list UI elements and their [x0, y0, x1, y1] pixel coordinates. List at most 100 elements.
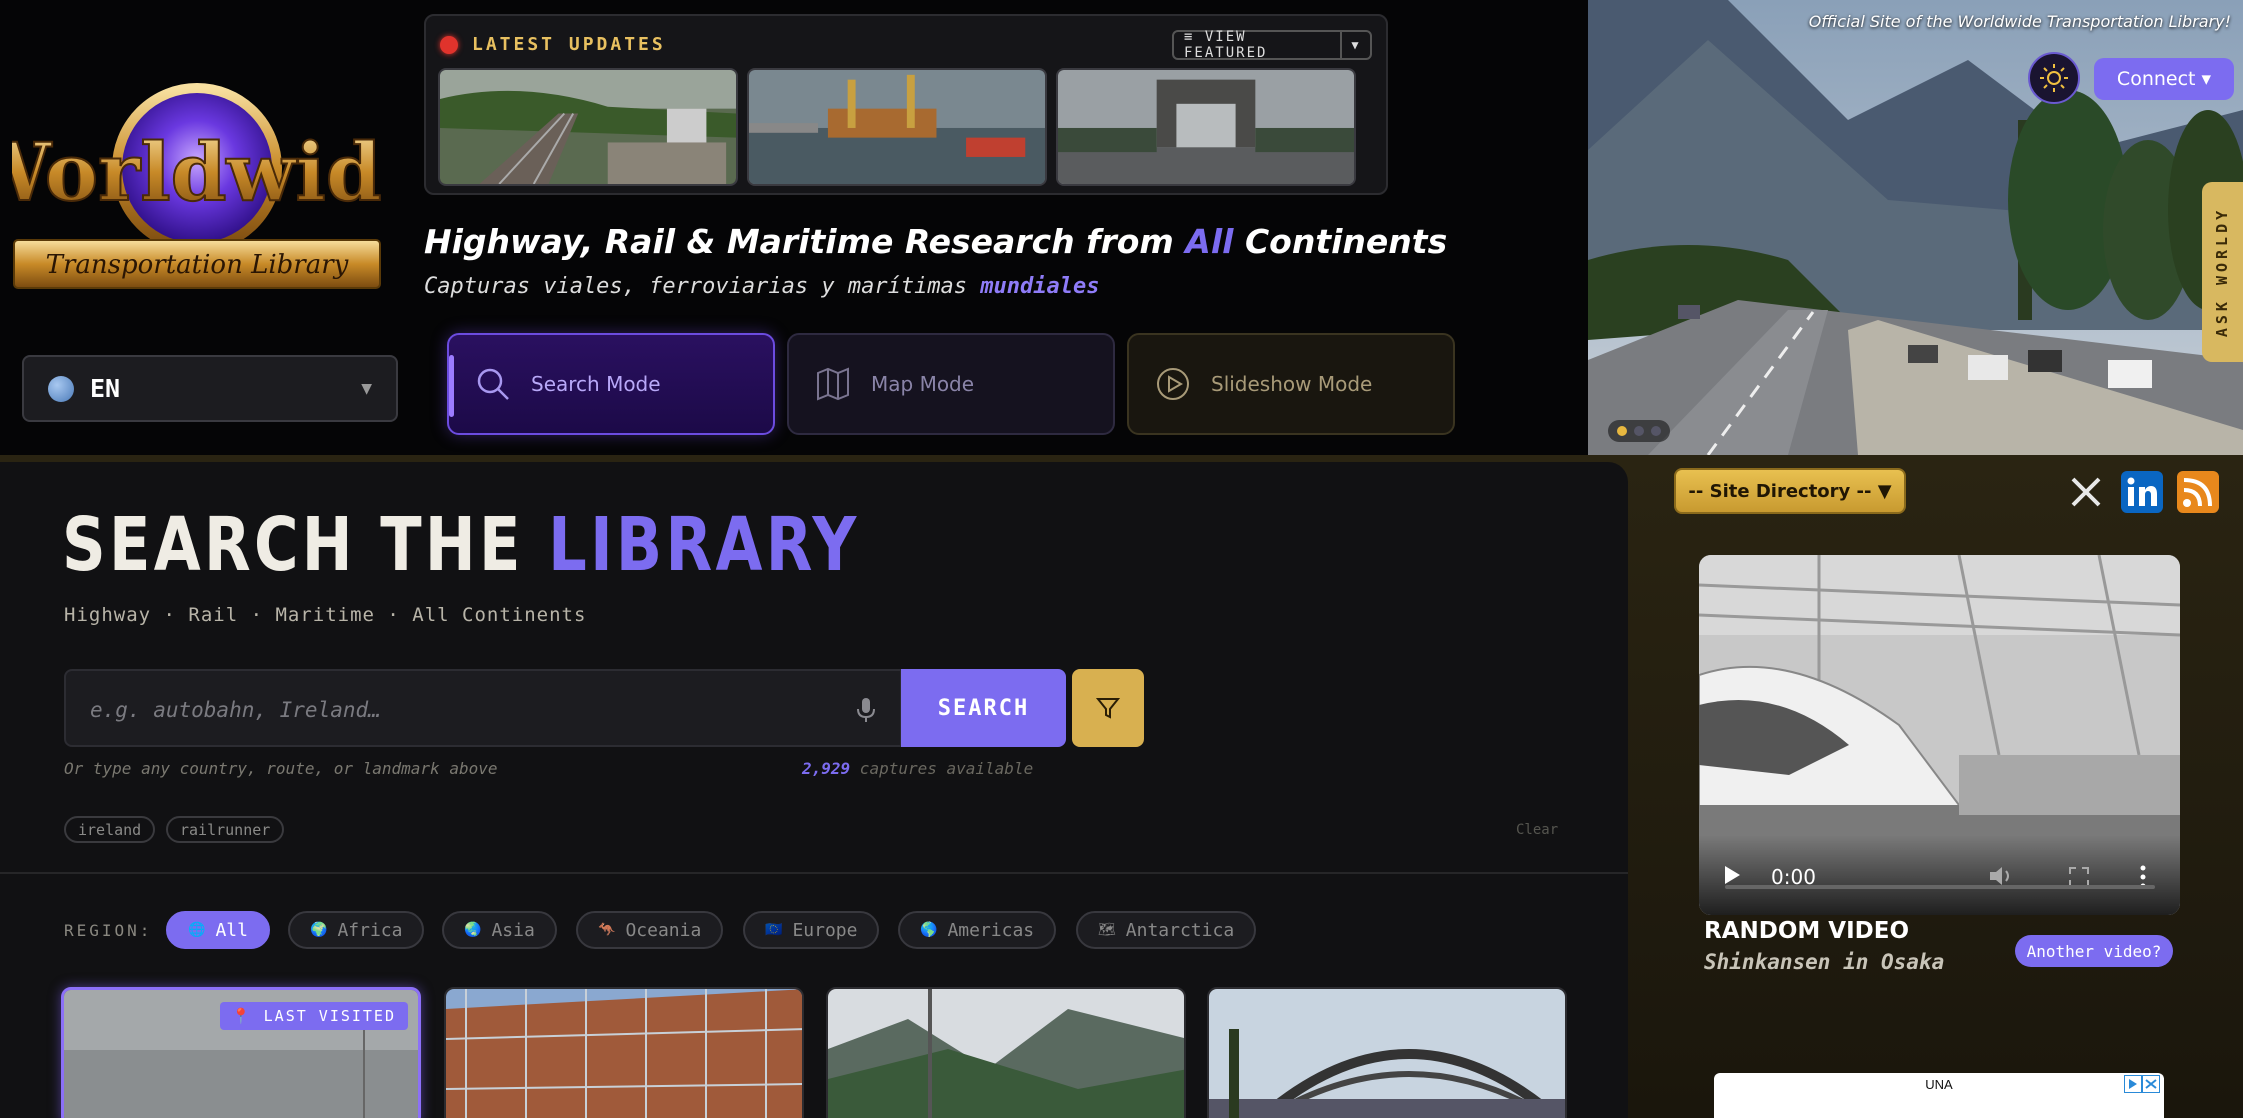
captures-count: 2,929 captures available — [802, 759, 1033, 778]
search-input[interactable] — [90, 693, 850, 727]
eu-flag-icon: 🇪🇺 — [765, 922, 783, 938]
region-chip-label: Oceania — [625, 919, 702, 941]
map-mode-button[interactable]: Map Mode — [787, 333, 1115, 435]
asia-globe-icon: 🌏 — [464, 922, 482, 938]
map-mode-label: Map Mode — [871, 372, 975, 396]
linkedin-icon[interactable] — [2120, 470, 2164, 514]
advertisement[interactable]: UNA — [1714, 1073, 2164, 1118]
map-icon — [817, 367, 849, 401]
region-chip-label: Africa — [337, 919, 403, 941]
region-chip-oceania[interactable]: 🦘 Oceania — [576, 911, 724, 949]
captures-count-value: 2,929 — [802, 759, 851, 778]
sun-icon — [2040, 64, 2068, 92]
latest-updates-panel: LATEST UPDATES ≡ VIEW FEATURED ▼ — [424, 14, 1388, 195]
ask-worldy-label: ASK WORLDY — [2213, 206, 2232, 338]
slide-dot[interactable] — [1650, 426, 1661, 436]
view-featured-button[interactable]: ≡ VIEW FEATURED ▼ — [1172, 29, 1372, 61]
globe-icon — [48, 375, 74, 402]
video-controls: 0:00 — [1699, 835, 2180, 915]
search-mode-button[interactable]: Search Mode — [447, 333, 775, 435]
region-chip-asia[interactable]: 🌏 Asia — [442, 911, 557, 949]
official-site-note: Official Site of the Worldwide Transport… — [1808, 12, 2231, 31]
update-thumbnail-rail[interactable] — [438, 68, 738, 186]
region-chip-all[interactable]: 🌐 All — [166, 911, 270, 949]
recent-search-chip[interactable]: ireland — [64, 816, 156, 843]
region-chip-europe[interactable]: 🇪🇺 Europe — [743, 911, 880, 949]
result-card-image — [446, 989, 802, 1118]
result-card[interactable] — [826, 987, 1186, 1118]
slide-dot[interactable] — [1617, 426, 1628, 436]
region-chip-africa[interactable]: 🌍 Africa — [288, 911, 425, 949]
random-video-subtitle: Shinkansen in Osaka — [1704, 950, 1945, 974]
language-select[interactable]: EN ▼ — [22, 355, 398, 422]
ad-choices-icon[interactable] — [2124, 1075, 2160, 1093]
region-chip-label: Asia — [491, 919, 535, 941]
live-dot-icon — [440, 36, 458, 54]
hero-subline: Capturas viales, ferroviarias y marítima… — [424, 274, 1100, 299]
slideshow-mode-button[interactable]: Slideshow Mode — [1127, 333, 1455, 435]
region-chip-americas[interactable]: 🌎 Americas — [898, 911, 1057, 949]
africa-globe-icon: 🌍 — [310, 922, 328, 938]
volume-icon[interactable] — [1989, 865, 2013, 887]
search-hint: Or type any country, route, or landmark … — [64, 759, 498, 778]
search-title-accent: LIBRARY — [548, 502, 860, 588]
another-video-button[interactable]: Another video? — [2015, 935, 2173, 967]
connect-button[interactable]: Connect ▾ — [2094, 58, 2234, 100]
filter-icon — [1095, 698, 1121, 719]
svg-text:Transportation Library: Transportation Library — [46, 250, 349, 280]
slide-dot[interactable] — [1633, 426, 1644, 436]
worldwide-logo[interactable]: Worldwide Transportation Library — [12, 70, 382, 295]
search-button[interactable]: SEARCH — [901, 669, 1066, 747]
subline-prefix: Capturas viales, ferroviarias y marítima… — [424, 274, 981, 299]
search-mode-label: Search Mode — [531, 372, 661, 396]
region-chip-label: All — [215, 919, 248, 941]
theme-toggle-button[interactable] — [2028, 52, 2080, 104]
result-card[interactable] — [444, 987, 804, 1118]
update-thumbnail-highway[interactable] — [1056, 68, 1356, 186]
ask-worldy-tab[interactable]: ASK WORLDY — [2202, 182, 2243, 362]
site-directory-select[interactable]: -- Site Directory -- ▼ — [1674, 468, 1906, 514]
region-label: REGION: — [64, 921, 153, 940]
chevron-down-icon[interactable]: ▼ — [1340, 32, 1370, 58]
region-chip-label: Antarctica — [1125, 919, 1235, 941]
header: Worldwide Transportation Library EN ▼ LA… — [0, 0, 2243, 455]
subline-accent: mundiales — [980, 274, 1100, 299]
region-chip-antarctica[interactable]: 🗺 Antarctica — [1076, 911, 1257, 949]
category-crumbs: Highway · Rail · Maritime · All Continen… — [64, 604, 587, 626]
fullscreen-icon[interactable] — [2069, 867, 2089, 887]
slide-indicator — [1608, 420, 1670, 442]
video-progress-track[interactable] — [1725, 885, 2155, 889]
globe-icon: 🌐 — [188, 922, 206, 938]
play-icon — [1157, 368, 1189, 400]
headline-accent: All — [1185, 222, 1234, 261]
region-chip-label: Americas — [947, 919, 1035, 941]
slideshow-mode-label: Slideshow Mode — [1211, 372, 1373, 396]
americas-globe-icon: 🌎 — [920, 922, 938, 938]
clear-recent-button[interactable]: Clear — [1516, 822, 1558, 838]
kangaroo-icon: 🦘 — [598, 922, 616, 938]
play-icon[interactable] — [1723, 865, 1741, 885]
x-icon[interactable] — [2064, 470, 2108, 514]
region-chip-label: Europe — [792, 919, 858, 941]
hero-headline: Highway, Rail & Maritime Research from A… — [424, 222, 1447, 261]
language-value: EN — [90, 374, 121, 403]
svg-text:Worldwide: Worldwide — [12, 125, 382, 219]
rss-icon[interactable] — [2176, 470, 2220, 514]
search-title: SEARCH THE LIBRARY — [62, 502, 860, 588]
section-divider — [0, 872, 1628, 874]
recent-search-chip[interactable]: railrunner — [166, 816, 285, 843]
filter-button[interactable] — [1072, 669, 1144, 747]
chevron-down-icon: ▼ — [361, 380, 372, 397]
result-card-image — [1209, 989, 1565, 1118]
result-card-image — [828, 989, 1184, 1118]
snow-map-icon: 🗺 — [1098, 922, 1116, 938]
view-featured-label: ≡ VIEW FEATURED — [1184, 29, 1268, 61]
result-card[interactable] — [1207, 987, 1567, 1118]
random-video-player[interactable]: 0:00 — [1699, 555, 2180, 915]
headline-suffix: Continents — [1233, 222, 1448, 261]
microphone-icon[interactable] — [856, 697, 876, 723]
result-card[interactable]: 📍 LAST VISITED — [61, 987, 421, 1118]
update-thumbnail-maritime[interactable] — [747, 68, 1047, 186]
latest-updates-title: LATEST UPDATES — [472, 34, 666, 55]
search-box — [64, 669, 902, 747]
